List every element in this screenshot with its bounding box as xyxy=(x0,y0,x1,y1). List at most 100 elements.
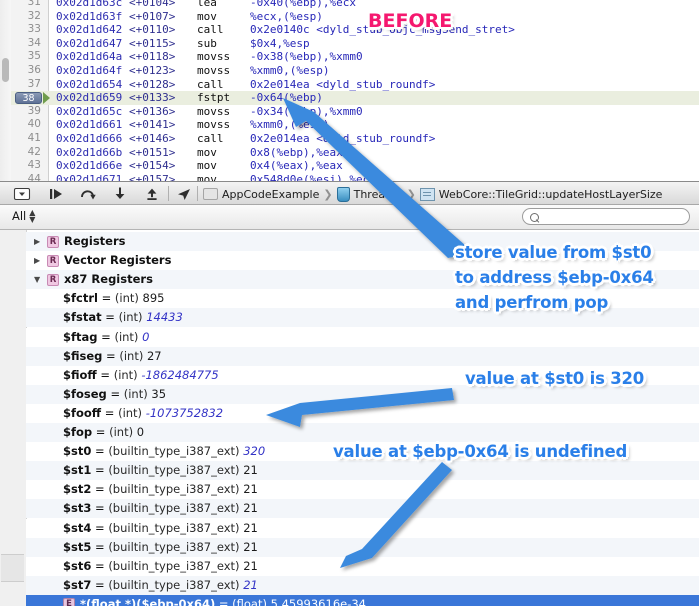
toolbar-separator-1 xyxy=(168,186,169,201)
disassembly-addr: 0x02d1d66b xyxy=(56,145,123,159)
show-debug-area-icon[interactable] xyxy=(12,185,32,203)
disassembly-row[interactable]: 44 0x02d1d671 <+0157> mov 0x548d0e(%esi),%ec… xyxy=(11,173,699,181)
disassembly-mn: sub xyxy=(197,36,217,50)
variable-name: $st5 xyxy=(63,539,92,554)
disassembly-addr: 0x02d1d65c xyxy=(56,104,123,118)
disassembly-off: <+0104> xyxy=(129,0,176,9)
register-row[interactable]: $foseg = (int) 35 xyxy=(26,384,699,404)
variable-name: $st2 xyxy=(63,482,92,497)
disassembly-mn: lea xyxy=(197,0,217,9)
appcode-debugger-window: 31 0x02d1d63c <+0104> lea -0x40(%ebp),%ecx 32… xyxy=(0,0,699,606)
variable-value: 21 xyxy=(243,482,258,497)
step-into-icon[interactable] xyxy=(110,185,130,203)
variable-name: *(float *)($ebp-0x64) xyxy=(80,596,216,606)
register-row[interactable]: $st4 = (builtin_type_i387_ext) 21 xyxy=(26,518,699,538)
register-row[interactable]: $fctrl = (int) 895 xyxy=(26,289,699,309)
variable-type: (int) xyxy=(119,348,144,363)
register-row[interactable]: $st3 = (builtin_type_i387_ext) 21 xyxy=(26,499,699,519)
variable-name: $foseg xyxy=(63,386,107,401)
disassembly-mn: mov xyxy=(197,159,217,173)
disassembly-row[interactable]: 37 0x02d1d654 <+0128> call 0x2e014ea <dyld_s… xyxy=(11,78,699,92)
tree-scrollbar-thumb[interactable] xyxy=(1,554,24,582)
disassembly-row[interactable]: 33 0x02d1d642 <+0110> call 0x2e0140c <dyld_s… xyxy=(11,23,699,37)
chevron-down-icon[interactable]: ▼ xyxy=(34,270,45,289)
disassembly-row[interactable]: 43 0x02d1d66e <+0154> mov 0x4(%eax),%eax xyxy=(11,159,699,173)
register-row[interactable]: $st7 = (builtin_type_i387_ext) 21 xyxy=(26,575,699,595)
disassembly-addr: 0x02d1d63f xyxy=(56,9,123,23)
variable-value: 21 xyxy=(243,577,258,592)
disassembly-mn: mov xyxy=(197,145,217,159)
scope-select-label: All xyxy=(12,209,27,223)
variable-name: $ftag xyxy=(63,329,98,344)
continue-program-icon[interactable] xyxy=(46,185,66,203)
step-over-icon[interactable] xyxy=(78,185,98,203)
disassembly-off: <+0146> xyxy=(129,132,176,145)
register-row[interactable]: $fstat = (int) 14433 xyxy=(26,308,699,328)
disassembly-ops: 0x2e014ea <dyld_stub_roundf> xyxy=(250,132,436,145)
disassembly-mn: fstpt xyxy=(197,91,231,105)
disassembly-row[interactable]: 41 0x02d1d666 <+0146> call 0x2e014ea <dyld_s… xyxy=(11,132,699,146)
disassembly-pane[interactable]: 31 0x02d1d63c <+0104> lea -0x40(%ebp),%ecx 32… xyxy=(0,0,699,181)
line-number: 37 xyxy=(27,77,41,90)
register-row[interactable]: $st5 = (builtin_type_i387_ext) 21 xyxy=(26,537,699,557)
breadcrumb-item-frame[interactable]: WebCore::TileGrid::updateHostLayerSize xyxy=(419,187,662,201)
register-row[interactable]: $st6 = (builtin_type_i387_ext) 21 xyxy=(26,556,699,576)
variable-type: (int) xyxy=(114,291,139,306)
disassembly-mn: movss xyxy=(197,64,231,77)
line-number: 32 xyxy=(27,9,41,22)
breadcrumb-separator-1: ❯ xyxy=(323,187,333,201)
variable-type: (int) xyxy=(113,367,138,382)
variables-filter-bar: All ▲ ▼ xyxy=(0,205,699,230)
tree-group-row[interactable]: ▶ R Registers xyxy=(26,232,699,252)
disassembly-row[interactable]: 32 0x02d1d63f <+0107> mov %ecx,(%esp) xyxy=(11,10,699,24)
disassembly-off: <+0157> xyxy=(129,172,176,181)
disassembly-off: <+0141> xyxy=(129,118,176,132)
step-out-icon[interactable] xyxy=(142,185,162,203)
breadcrumb-item-thread[interactable]: Thread 1 xyxy=(336,186,403,202)
search-input[interactable] xyxy=(544,209,683,226)
tree-group-row[interactable]: ▼ Rx87 Registers xyxy=(26,270,699,290)
register-row[interactable]: $st1 = (builtin_type_i387_ext) 21 xyxy=(26,461,699,481)
disassembly-row[interactable]: 31 0x02d1d63c <+0104> lea -0x40(%ebp),%ecx xyxy=(11,0,699,10)
variable-type: (builtin_type_i387_ext) xyxy=(108,520,240,535)
chevron-right-icon[interactable]: ▶ xyxy=(34,232,45,251)
register-row[interactable]: $fioff = (int) -1862484775 xyxy=(26,365,699,385)
scope-select[interactable]: All ▲ ▼ xyxy=(12,208,36,224)
chevron-right-icon[interactable]: ▶ xyxy=(34,251,45,270)
watch-expression-row[interactable]: E *(float *)($ebp-0x64) = (float) 5.45993… xyxy=(26,594,699,606)
variable-type: (builtin_type_i387_ext) xyxy=(108,501,240,516)
disassembly-row[interactable]: 39 0x02d1d65c <+0136> movss -0x34(%ebp),%xmm… xyxy=(11,105,699,119)
tree-group-row[interactable]: ▶ R Vector Registers xyxy=(26,251,699,271)
disassembly-ops: %ecx,(%esp) xyxy=(250,9,323,23)
register-row[interactable]: $st2 = (builtin_type_i387_ext) 21 xyxy=(26,480,699,500)
disassembly-off: <+0123> xyxy=(129,64,176,77)
disassembly-scrollbar-thumb[interactable] xyxy=(2,58,9,82)
simulate-location-icon[interactable] xyxy=(174,185,194,203)
disassembly-addr: 0x02d1d671 xyxy=(56,172,123,181)
disassembly-row[interactable]: 42 0x02d1d66b <+0151> mov 0x8(%ebp),%eax xyxy=(11,146,699,160)
stack-frame-icon xyxy=(419,187,435,201)
disassembly-row[interactable]: 40 0x02d1d661 <+0141> movss %xmm0,(%esp) xyxy=(11,118,699,132)
disassembly-row[interactable]: 36 0x02d1d64f <+0123> movss %xmm0,(%esp) xyxy=(11,64,699,78)
disassembly-row[interactable]: 34 0x02d1d647 <+0115> sub $0x4,%esp xyxy=(11,37,699,51)
tree-group-label: x87 Registers xyxy=(64,272,153,287)
register-row[interactable]: $ftag = (int) 0 xyxy=(26,327,699,347)
disassembly-off: <+0115> xyxy=(129,36,176,50)
variable-type: (int) xyxy=(109,425,134,439)
variables-tree[interactable]: ▶ R Registers ▶ R Vector Registers ▼ Rx87 Regis… xyxy=(0,230,699,606)
disassembly-addr: 0x02d1d64f xyxy=(56,64,123,77)
debug-toolbar: AppCodeExample ❯ Thread 1 ❯ WebCore::Til… xyxy=(0,181,699,205)
register-row[interactable]: $fooff = (int) -1073752832 xyxy=(26,403,699,423)
variable-value: 21 xyxy=(243,558,258,573)
disassembly-row[interactable]: 35 0x02d1d64a <+0118> movss -0x38(%ebp),%xmm… xyxy=(11,50,699,64)
variable-value: 35 xyxy=(151,386,167,401)
stepper-icon: ▲ ▼ xyxy=(29,208,36,224)
disassembly-row[interactable]: 38380x02d1d659<+0133>fstpt-0x64(%ebp) xyxy=(11,91,699,105)
register-row[interactable]: $fiseg = (int) 27 xyxy=(26,346,699,366)
breadcrumb-item-process[interactable]: AppCodeExample xyxy=(203,188,319,201)
register-row[interactable]: $fop = (int) 0 xyxy=(26,423,699,443)
line-number: 31 xyxy=(27,0,41,8)
register-row[interactable]: $st0 = (builtin_type_i387_ext) 320 xyxy=(26,442,699,462)
search-field[interactable] xyxy=(522,208,690,226)
register-group-icon: R xyxy=(47,235,59,248)
